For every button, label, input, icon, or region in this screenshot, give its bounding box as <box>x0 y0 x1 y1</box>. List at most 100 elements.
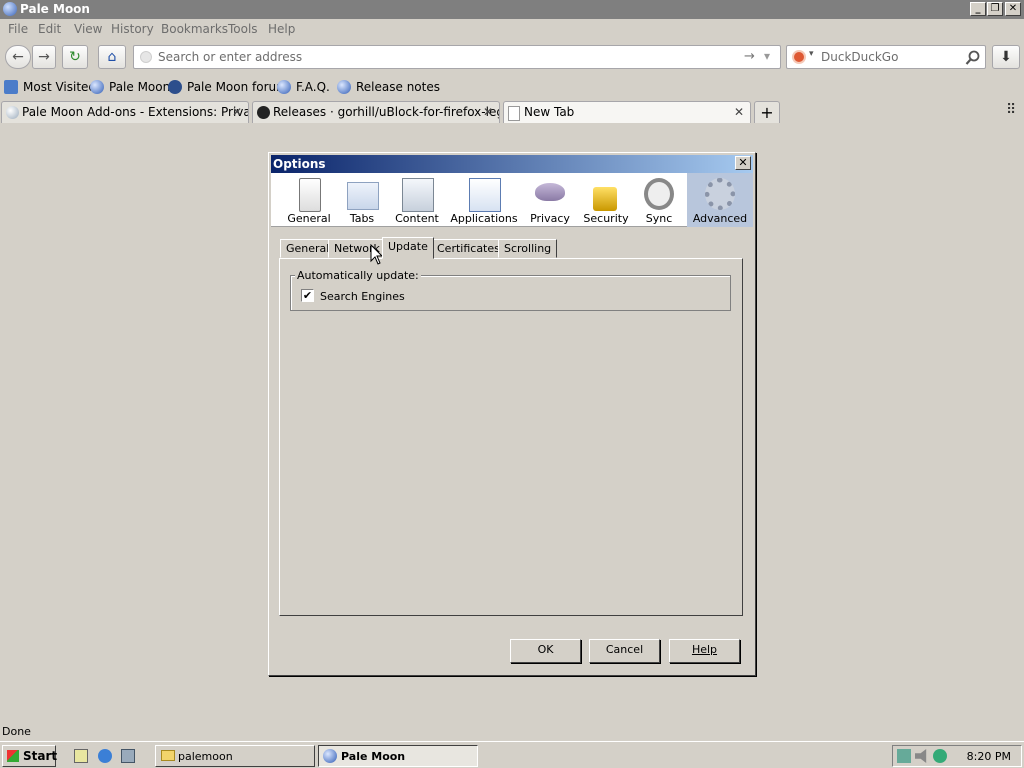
tab-scrolling[interactable]: Scrolling <box>498 239 558 258</box>
search-input[interactable]: DuckDuckGo <box>821 50 898 64</box>
tab-label: New Tab <box>524 105 575 119</box>
tray-app-icon[interactable] <box>933 749 947 763</box>
menu-file[interactable]: File <box>8 22 28 36</box>
pane-tabs[interactable]: Tabs <box>337 173 387 227</box>
help-button[interactable]: Help <box>669 639 740 663</box>
taskbar-item-pale-moon[interactable]: Pale Moon <box>318 745 478 767</box>
status-bar: Done <box>0 722 1024 740</box>
window-title: Pale Moon <box>20 2 90 16</box>
padlock-icon <box>593 187 617 211</box>
minimize-button[interactable]: _ <box>970 2 986 16</box>
pale-moon-logo-icon <box>3 2 17 16</box>
search-engines-checkbox[interactable]: ✔ <box>301 289 314 302</box>
preferences-pane-selector: General Tabs Content Applications Privac… <box>271 173 753 227</box>
menu-bookmarks[interactable]: Bookmarks <box>161 22 228 36</box>
go-arrow-icon[interactable]: → <box>744 49 755 64</box>
pane-security[interactable]: Security <box>579 173 633 227</box>
taskbar-item-palemoon-folder[interactable]: palemoon <box>155 745 315 767</box>
menu-bar: File Edit View History Bookmarks Tools H… <box>0 19 1024 39</box>
tab-new-tab[interactable]: New Tab ✕ <box>503 101 751 123</box>
github-icon <box>257 106 270 119</box>
tab-close-icon[interactable]: ✕ <box>232 105 242 119</box>
dialog-close-button[interactable]: ✕ <box>735 156 751 170</box>
new-tab-button[interactable]: + <box>754 101 780 123</box>
forward-button[interactable]: → <box>32 45 56 69</box>
pane-label: Privacy <box>530 212 570 225</box>
restore-button[interactable]: ❐ <box>987 2 1003 16</box>
clock: 8:20 PM <box>966 750 1011 763</box>
start-button[interactable]: Start <box>2 745 57 767</box>
status-text: Done <box>2 725 31 738</box>
menu-help[interactable]: Help <box>268 22 295 36</box>
tab-pale-moon-addons[interactable]: Pale Moon Add-ons - Extensions: Privacy.… <box>1 101 249 123</box>
sync-arrows-icon <box>644 178 674 210</box>
taskbar: Start palemoon Pale Moon 8:20 PM <box>0 741 1024 768</box>
address-bar[interactable]: Search or enter address → ▾ <box>133 45 781 69</box>
bookmark-pale-moon-forum[interactable]: Pale Moon forum <box>168 80 288 94</box>
menu-tools[interactable]: Tools <box>228 22 258 36</box>
window-titlebar[interactable]: Pale Moon _ ❐ ✕ <box>0 0 1024 19</box>
history-dropdown-icon[interactable]: ▾ <box>764 49 770 63</box>
magnifier-icon[interactable] <box>965 50 981 66</box>
site-identity-icon[interactable] <box>140 51 152 63</box>
menu-edit[interactable]: Edit <box>38 22 61 36</box>
tab-certificates[interactable]: Certificates <box>431 239 506 258</box>
back-button[interactable]: ← <box>5 45 31 69</box>
search-engines-label[interactable]: Search Engines <box>320 290 405 303</box>
tab-close-icon[interactable]: ✕ <box>483 105 493 119</box>
pane-sync[interactable]: Sync <box>635 173 683 227</box>
quick-launch-app-icon[interactable] <box>121 749 135 763</box>
pane-label: Applications <box>450 212 518 225</box>
pane-label: Tabs <box>349 212 375 225</box>
pane-label: Sync <box>645 212 673 225</box>
page-icon <box>508 106 520 121</box>
tab-github-releases[interactable]: Releases · gorhill/uBlock-for-firefox-le… <box>252 101 500 123</box>
bookmark-release-notes[interactable]: Release notes <box>337 80 440 94</box>
bookmark-label: Pale Moon <box>109 80 171 94</box>
bookmark-faq[interactable]: F.A.Q. <box>277 80 330 94</box>
bookmark-pale-moon[interactable]: Pale Moon <box>90 80 170 94</box>
applications-icon <box>469 178 501 212</box>
dialog-title: Options <box>273 157 326 171</box>
bookmark-most-visited[interactable]: Most Visited <box>4 80 96 94</box>
ok-button[interactable]: OK <box>510 639 581 663</box>
downloads-button[interactable]: ⬇ <box>992 45 1020 69</box>
show-desktop-icon[interactable] <box>74 749 88 763</box>
menu-view[interactable]: View <box>74 22 102 36</box>
folder-icon <box>161 750 175 761</box>
duckduckgo-icon[interactable] <box>792 50 806 64</box>
tab-label: Pale Moon Add-ons - Extensions: Privacy.… <box>22 105 249 119</box>
pane-label: Content <box>395 212 439 225</box>
mask-icon <box>535 183 565 201</box>
tab-close-icon[interactable]: ✕ <box>734 105 744 119</box>
list-all-tabs-icon[interactable]: ⠿ <box>1006 102 1016 118</box>
bookmark-label: Pale Moon forum <box>187 80 288 94</box>
volume-icon[interactable] <box>915 749 927 763</box>
bookmark-label: Release notes <box>356 80 440 94</box>
update-tab-panel <box>279 258 743 616</box>
tab-update[interactable]: Update <box>382 237 434 259</box>
home-button[interactable]: ⌂ <box>98 45 126 69</box>
dialog-titlebar[interactable]: Options <box>271 155 753 173</box>
pane-privacy[interactable]: Privacy <box>525 173 575 227</box>
pane-content[interactable]: Content <box>391 173 443 227</box>
globe-icon <box>6 106 19 119</box>
light-switch-icon <box>299 178 321 212</box>
pane-label: General <box>287 212 331 225</box>
address-input[interactable]: Search or enter address <box>158 50 302 64</box>
pane-advanced[interactable]: Advanced <box>687 173 753 227</box>
reload-button[interactable]: ↻ <box>62 45 88 69</box>
pale-moon-icon <box>337 80 351 94</box>
forum-icon <box>168 80 182 94</box>
engine-dropdown-icon[interactable]: ▾ <box>809 49 814 59</box>
pane-applications[interactable]: Applications <box>447 173 521 227</box>
menu-history[interactable]: History <box>111 22 154 36</box>
internet-explorer-icon[interactable] <box>98 749 112 763</box>
smart-folder-icon <box>4 80 18 94</box>
search-bar[interactable]: ▾ DuckDuckGo <box>786 45 986 69</box>
cancel-button[interactable]: Cancel <box>589 639 660 663</box>
close-window-button[interactable]: ✕ <box>1005 2 1021 16</box>
pane-general[interactable]: General <box>281 173 337 227</box>
network-icon[interactable] <box>897 749 911 763</box>
tabs-window-icon <box>347 182 379 210</box>
